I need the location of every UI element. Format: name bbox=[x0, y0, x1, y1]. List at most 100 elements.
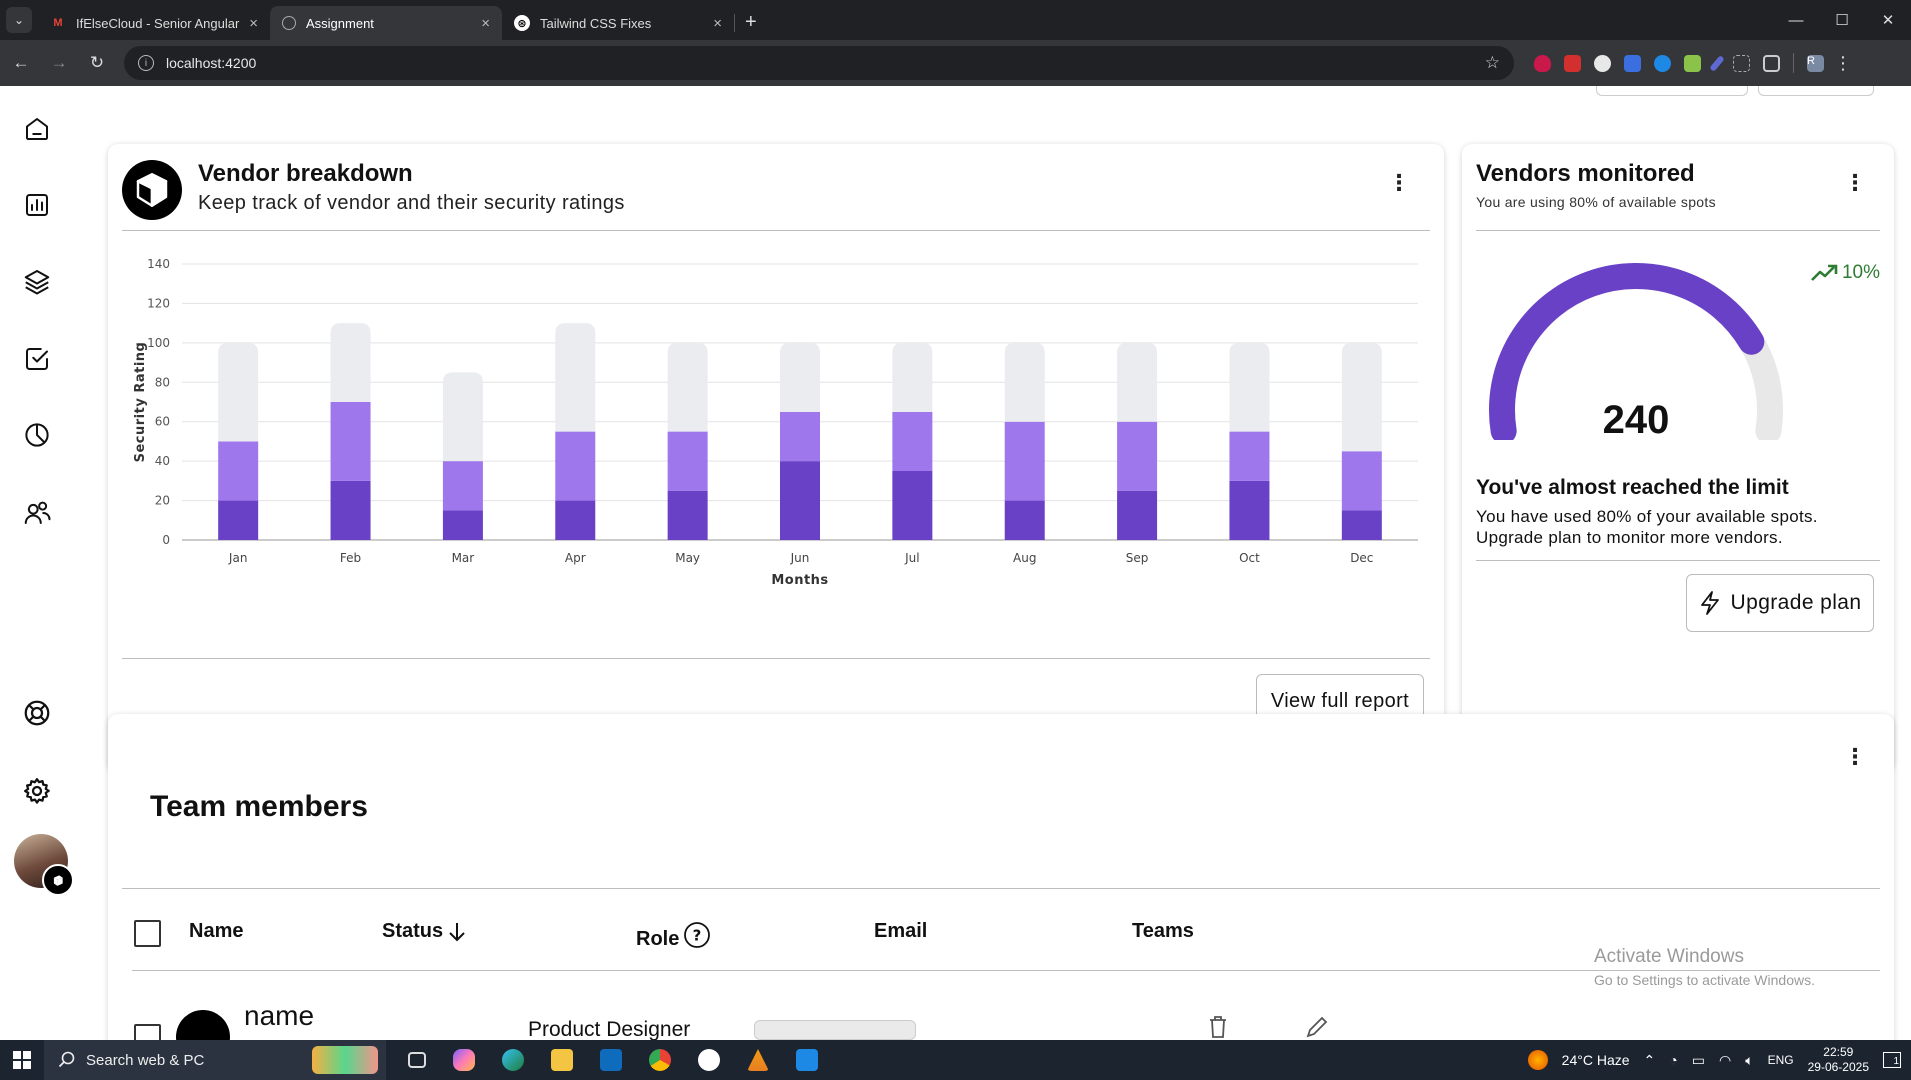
maximize-icon[interactable]: ☐ bbox=[1819, 0, 1865, 40]
member-name: name bbox=[244, 1000, 315, 1031]
close-icon[interactable]: × bbox=[249, 15, 258, 32]
clock[interactable]: 22:59 29-06-2025 bbox=[1808, 1045, 1869, 1075]
check-square-icon[interactable] bbox=[18, 340, 56, 378]
site-info-icon[interactable]: i bbox=[138, 55, 154, 71]
taskbar-search[interactable]: Search web & PC bbox=[44, 1040, 386, 1080]
vendors-monitored-card: Vendors monitored You are using 80% of a… bbox=[1462, 144, 1894, 772]
column-label: Role bbox=[636, 928, 680, 950]
upgrade-plan-button[interactable]: Upgrade plan bbox=[1686, 574, 1874, 632]
address-bar[interactable]: i localhost:4200 ☆ bbox=[124, 46, 1514, 80]
arrow-down-icon[interactable] bbox=[447, 921, 467, 943]
sidebar bbox=[0, 86, 75, 1040]
vscode-icon[interactable] bbox=[796, 1049, 818, 1071]
card-title: Vendors monitored bbox=[1476, 160, 1695, 187]
blue-extension-icon[interactable] bbox=[1624, 54, 1641, 72]
row-checkbox[interactable] bbox=[134, 1024, 161, 1040]
browser-tab-gmail[interactable]: M IfElseCloud - Senior Angular De × bbox=[38, 6, 270, 40]
chevron-up-icon[interactable]: ⌃ bbox=[1644, 1052, 1656, 1069]
card-title: Vendor breakdown bbox=[198, 160, 413, 187]
column-header-status[interactable]: Status bbox=[382, 920, 467, 943]
divider bbox=[122, 658, 1430, 659]
member-role: Product Designer bbox=[528, 1018, 691, 1040]
video-extension-icon[interactable] bbox=[1564, 54, 1581, 72]
more-vertical-icon[interactable]: ⋮ bbox=[1388, 172, 1410, 194]
column-header-email[interactable]: Email bbox=[874, 920, 927, 943]
header-button-cutoff[interactable] bbox=[1596, 86, 1748, 96]
reload-icon[interactable]: ↻ bbox=[80, 46, 114, 80]
eyedropper-extension-icon[interactable] bbox=[1709, 54, 1725, 72]
chrome-icon[interactable] bbox=[649, 1049, 671, 1071]
back-icon[interactable]: ← bbox=[4, 46, 38, 80]
new-tab-icon[interactable]: + bbox=[745, 11, 757, 34]
wifi-icon[interactable]: ◠ bbox=[1719, 1052, 1731, 1069]
close-icon[interactable]: × bbox=[713, 15, 722, 32]
outlook-icon[interactable] bbox=[600, 1049, 622, 1071]
column-header-teams[interactable]: Teams bbox=[1132, 920, 1194, 943]
divider bbox=[1476, 560, 1880, 561]
y-tick-label: 0 bbox=[162, 533, 170, 547]
language-indicator[interactable]: ENG bbox=[1768, 1053, 1794, 1067]
windows-activation-watermark: Activate Windows Go to Settings to activ… bbox=[1594, 946, 1815, 988]
browser-menu-icon[interactable]: ⋮ bbox=[1834, 53, 1852, 74]
toolbar-divider bbox=[1793, 53, 1794, 73]
volume-icon[interactable]: 🔈︎ bbox=[1745, 1052, 1753, 1069]
calendar-extension-icon[interactable] bbox=[1684, 54, 1701, 72]
x-tick-label: Apr bbox=[565, 551, 586, 565]
watermark-subtitle: Go to Settings to activate Windows. bbox=[1594, 972, 1815, 988]
users-icon[interactable] bbox=[18, 494, 56, 532]
edge-icon[interactable] bbox=[502, 1049, 524, 1071]
file-explorer-icon[interactable] bbox=[551, 1049, 573, 1071]
copilot-icon[interactable] bbox=[453, 1049, 475, 1071]
minimize-icon[interactable]: — bbox=[1773, 0, 1819, 40]
close-window-icon[interactable]: ✕ bbox=[1865, 0, 1911, 40]
weather-text[interactable]: 24°C Haze bbox=[1562, 1052, 1630, 1068]
ublock-extension-icon[interactable] bbox=[1534, 54, 1551, 72]
column-header-name[interactable]: Name bbox=[189, 920, 243, 943]
screenshot-extension-icon[interactable] bbox=[1733, 54, 1750, 72]
bar-segment bbox=[667, 342, 708, 432]
sync-extension-icon[interactable] bbox=[1654, 54, 1671, 72]
tab-search-button[interactable]: ⌄ bbox=[6, 7, 32, 33]
more-vertical-icon[interactable]: ⋮ bbox=[1844, 746, 1866, 768]
bar-segment bbox=[1117, 342, 1158, 422]
select-all-checkbox[interactable] bbox=[134, 920, 161, 947]
support-icon[interactable] bbox=[18, 694, 56, 732]
yandex-icon[interactable] bbox=[698, 1049, 720, 1071]
browser-toolbar: ← → ↻ i localhost:4200 ☆ R ⋮ bbox=[0, 40, 1911, 86]
puzzle-icon[interactable] bbox=[1763, 54, 1780, 72]
x-tick-label: May bbox=[675, 551, 700, 565]
url-text: localhost:4200 bbox=[166, 55, 257, 71]
trash-icon[interactable] bbox=[1206, 1014, 1230, 1040]
help-circle-icon[interactable]: ? bbox=[683, 921, 711, 949]
task-view-icon[interactable] bbox=[408, 1052, 426, 1068]
forward-icon[interactable]: → bbox=[42, 46, 76, 80]
home-icon[interactable] bbox=[18, 110, 56, 148]
layers-icon[interactable] bbox=[18, 262, 56, 300]
y-tick-label: 140 bbox=[147, 257, 170, 271]
y-tick-label: 60 bbox=[155, 415, 170, 429]
vlc-icon[interactable] bbox=[747, 1049, 769, 1071]
globe-icon bbox=[282, 16, 296, 30]
weather-icon[interactable] bbox=[1527, 1050, 1548, 1070]
close-icon[interactable]: × bbox=[481, 15, 490, 32]
header-button-cutoff[interactable] bbox=[1758, 86, 1874, 96]
windows-start-icon[interactable] bbox=[0, 1040, 44, 1080]
browser-tab-assignment[interactable]: Assignment × bbox=[270, 6, 502, 40]
extensions-bar: R bbox=[1534, 53, 1824, 73]
divider bbox=[122, 888, 1880, 889]
more-vertical-icon[interactable]: ⋮ bbox=[1844, 172, 1866, 194]
bar-chart-icon[interactable] bbox=[18, 186, 56, 224]
edit-pencil-icon[interactable] bbox=[1304, 1014, 1328, 1040]
battery-icon[interactable]: ▭ bbox=[1692, 1052, 1705, 1069]
circle-extension-icon[interactable] bbox=[1594, 54, 1611, 72]
settings-icon[interactable] bbox=[18, 772, 56, 810]
bookmark-star-icon[interactable]: ☆ bbox=[1485, 53, 1500, 73]
column-label: Name bbox=[189, 920, 244, 942]
browser-tab-tailwind[interactable]: ⊛ Tailwind CSS Fixes × bbox=[502, 6, 734, 40]
network-icon[interactable]: ◔ bbox=[1669, 1052, 1677, 1068]
notification-icon[interactable]: 1 bbox=[1883, 1052, 1901, 1068]
column-header-role[interactable]: Role ? bbox=[636, 918, 711, 951]
profile-avatar[interactable]: R bbox=[1807, 54, 1824, 72]
pie-chart-icon[interactable] bbox=[18, 416, 56, 454]
bar-segment bbox=[555, 431, 596, 501]
